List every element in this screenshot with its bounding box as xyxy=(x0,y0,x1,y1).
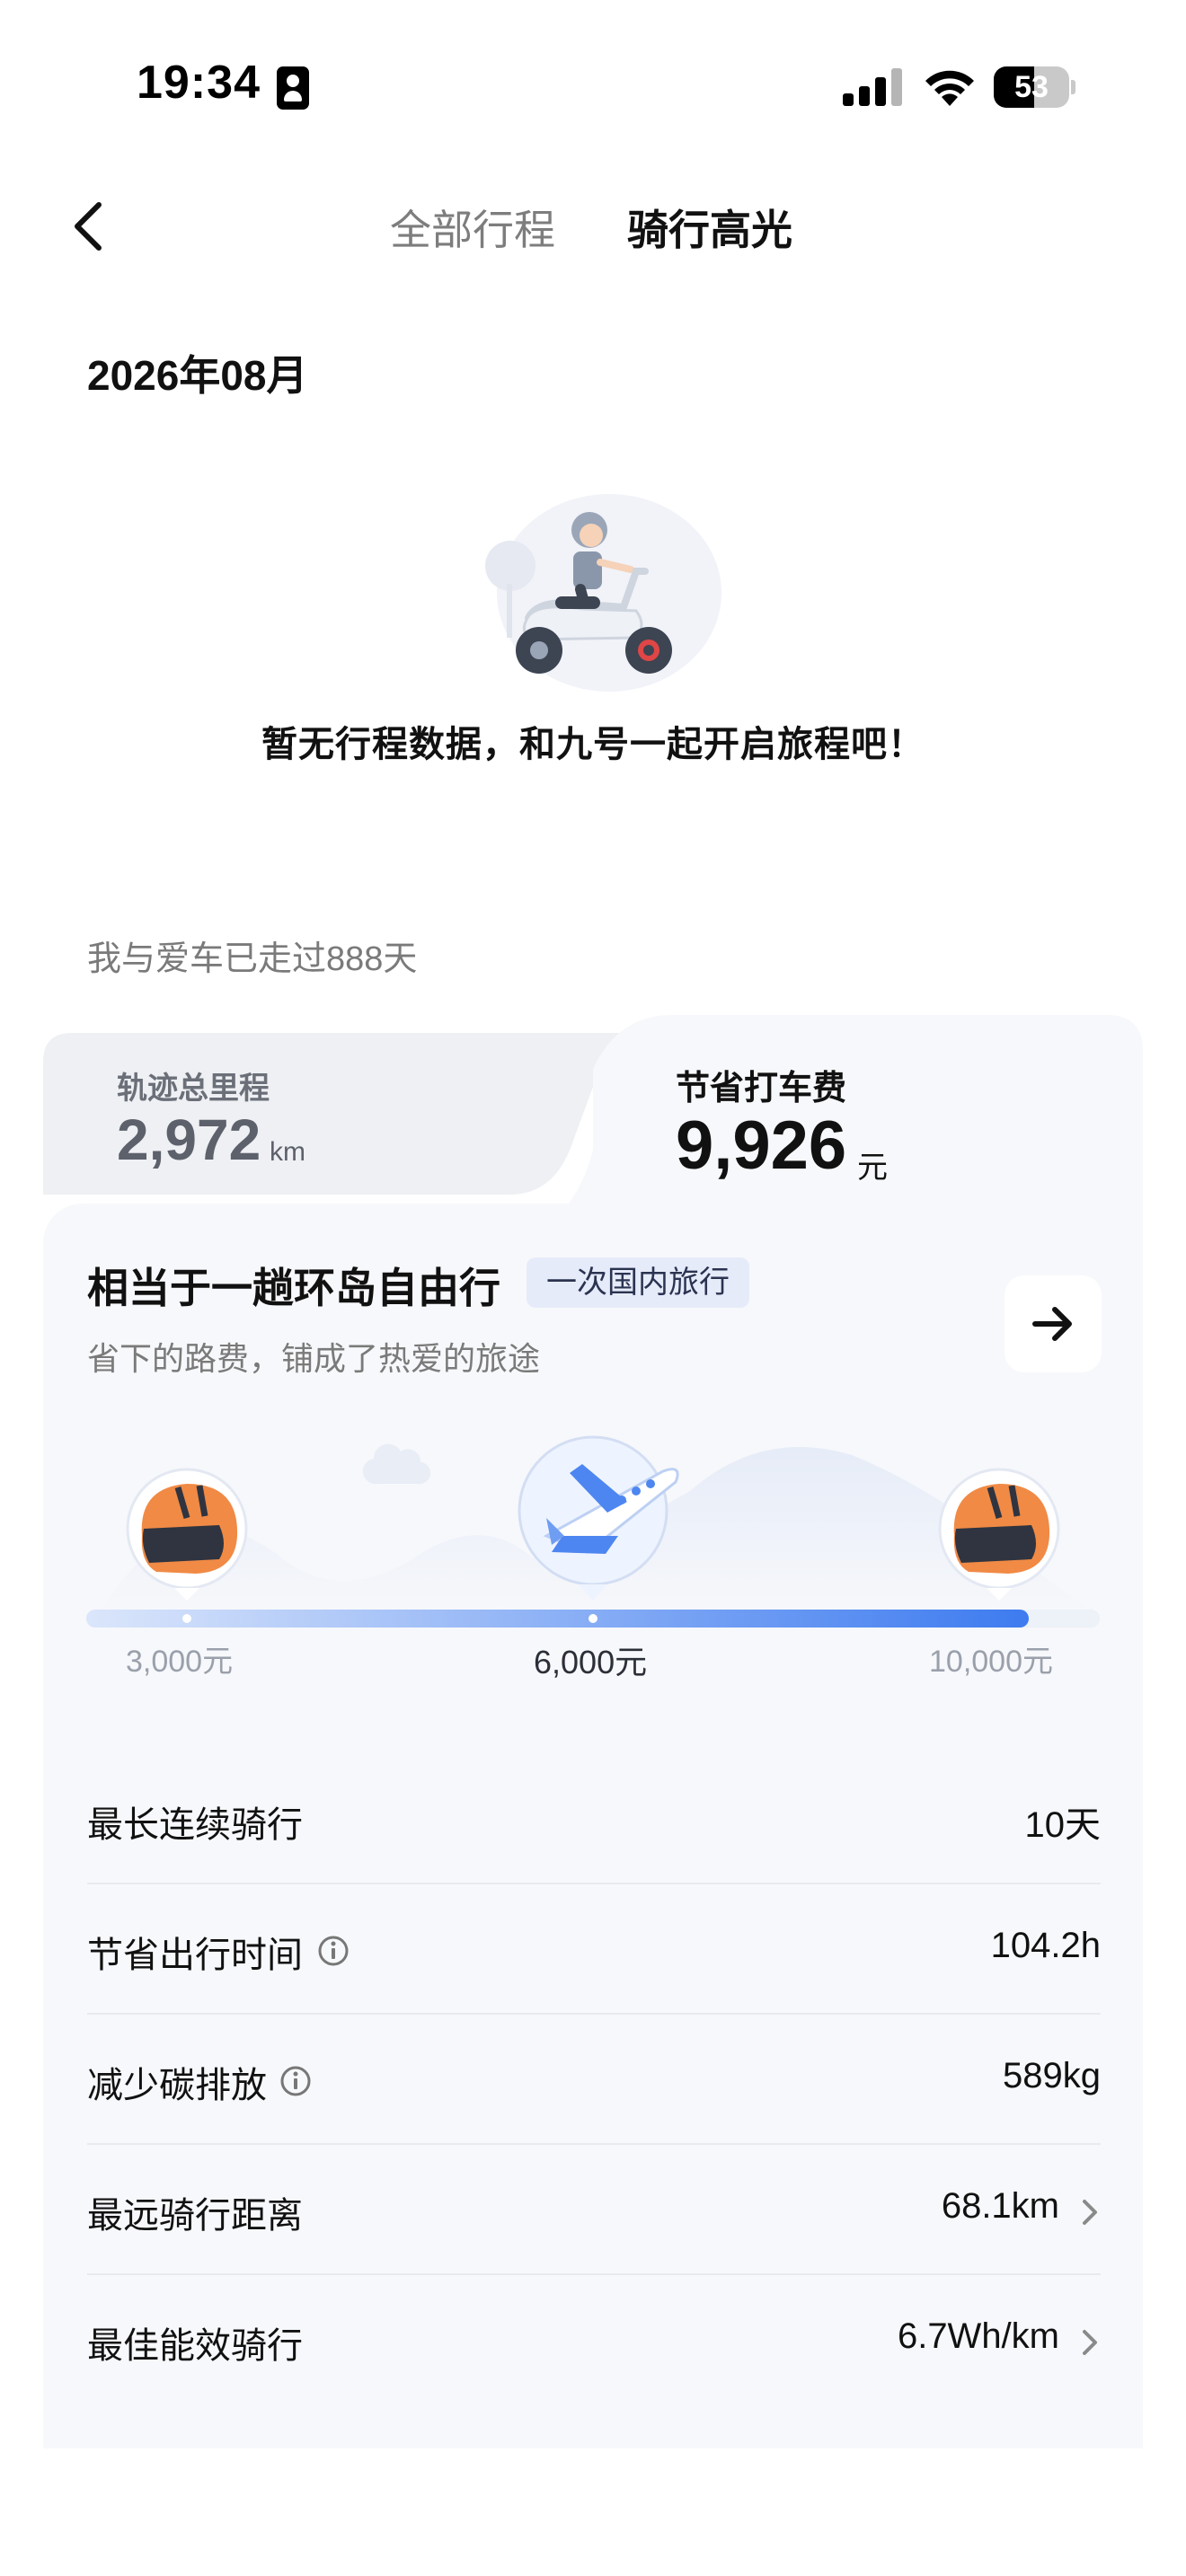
scooter-rider-illustration xyxy=(485,494,721,692)
tab-riding-highlights[interactable]: 骑行高光 xyxy=(627,198,792,257)
chevron-right-icon[interactable] xyxy=(1079,2327,1101,2358)
metric-row-longest-distance[interactable]: 最远骑行距离 68.1km xyxy=(87,2145,1101,2275)
metric-row-best-efficiency[interactable]: 最佳能效骑行 6.7Wh/km xyxy=(87,2275,1101,2405)
compare-title: 相当于一趟环岛自由行 xyxy=(87,1265,500,1311)
saving-value: 9,926 xyxy=(676,1107,847,1184)
scale-label-mid: 6,000元 xyxy=(534,1644,648,1681)
metric-row-longest-streak: 最长连续骑行 10天 xyxy=(87,1754,1101,1884)
metric-row-time-saved: 节省出行时间 104.2h xyxy=(87,1884,1101,2015)
contact-card-icon xyxy=(277,66,309,110)
cellular-signal-icon xyxy=(843,68,902,106)
metric-value: 104.2h xyxy=(990,1926,1101,1965)
metric-value: 10天 xyxy=(1024,1805,1102,1845)
status-bar: 19:34 53 xyxy=(0,0,1186,171)
metric-label: 最长连续骑行 xyxy=(87,1805,303,1845)
chevron-right-icon[interactable] xyxy=(1079,2197,1101,2228)
scale-label-right: 10,000元 xyxy=(929,1645,1053,1679)
metric-label: 节省出行时间 xyxy=(87,1936,303,1975)
progress-fill xyxy=(86,1610,1029,1628)
metric-value: 68.1km xyxy=(941,2186,1059,2226)
mileage-label: 轨迹总里程 xyxy=(117,1072,270,1106)
info-icon[interactable] xyxy=(279,2065,312,2097)
metric-label: 最佳能效骑行 xyxy=(87,2326,303,2366)
progress-dot-mid xyxy=(589,1614,597,1623)
metric-label: 减少碳排放 xyxy=(87,2066,267,2105)
progress-dot-left xyxy=(182,1614,191,1623)
metric-row-carbon-reduced: 减少碳排放 589kg xyxy=(87,2015,1101,2145)
battery-level: 53 xyxy=(1014,70,1049,104)
month-title: 2026年08月 xyxy=(87,352,308,399)
empty-state-message: 暂无行程数据，和九号一起开启旅程吧！ xyxy=(261,725,925,764)
compare-detail-button[interactable] xyxy=(1005,1275,1102,1372)
battery-icon: 53 xyxy=(994,66,1075,108)
wifi-icon xyxy=(925,70,974,106)
days-together-text: 我与爱车已走过888天 xyxy=(87,940,418,978)
status-time: 19:34 xyxy=(137,57,261,109)
metric-value: 6.7Wh/km xyxy=(897,2316,1059,2356)
arrow-right-icon xyxy=(1032,1307,1072,1341)
scale-label-left: 3,000元 xyxy=(126,1645,234,1679)
info-icon[interactable] xyxy=(317,1935,350,1967)
metric-value: 589kg xyxy=(1003,2056,1101,2095)
back-chevron-icon[interactable] xyxy=(68,199,113,253)
mileage-unit: km xyxy=(270,1137,305,1167)
metric-label: 最远骑行距离 xyxy=(87,2196,303,2236)
compare-subtitle: 省下的路费，铺成了热爱的旅途 xyxy=(87,1340,541,1377)
mileage-value: 2,972 xyxy=(117,1107,261,1172)
cloud-icon xyxy=(362,1443,431,1485)
saving-unit: 元 xyxy=(857,1151,888,1185)
tab-all-trips[interactable]: 全部行程 xyxy=(390,198,555,257)
saving-label: 节省打车费 xyxy=(676,1070,847,1107)
compare-badge: 一次国内旅行 xyxy=(527,1257,749,1308)
